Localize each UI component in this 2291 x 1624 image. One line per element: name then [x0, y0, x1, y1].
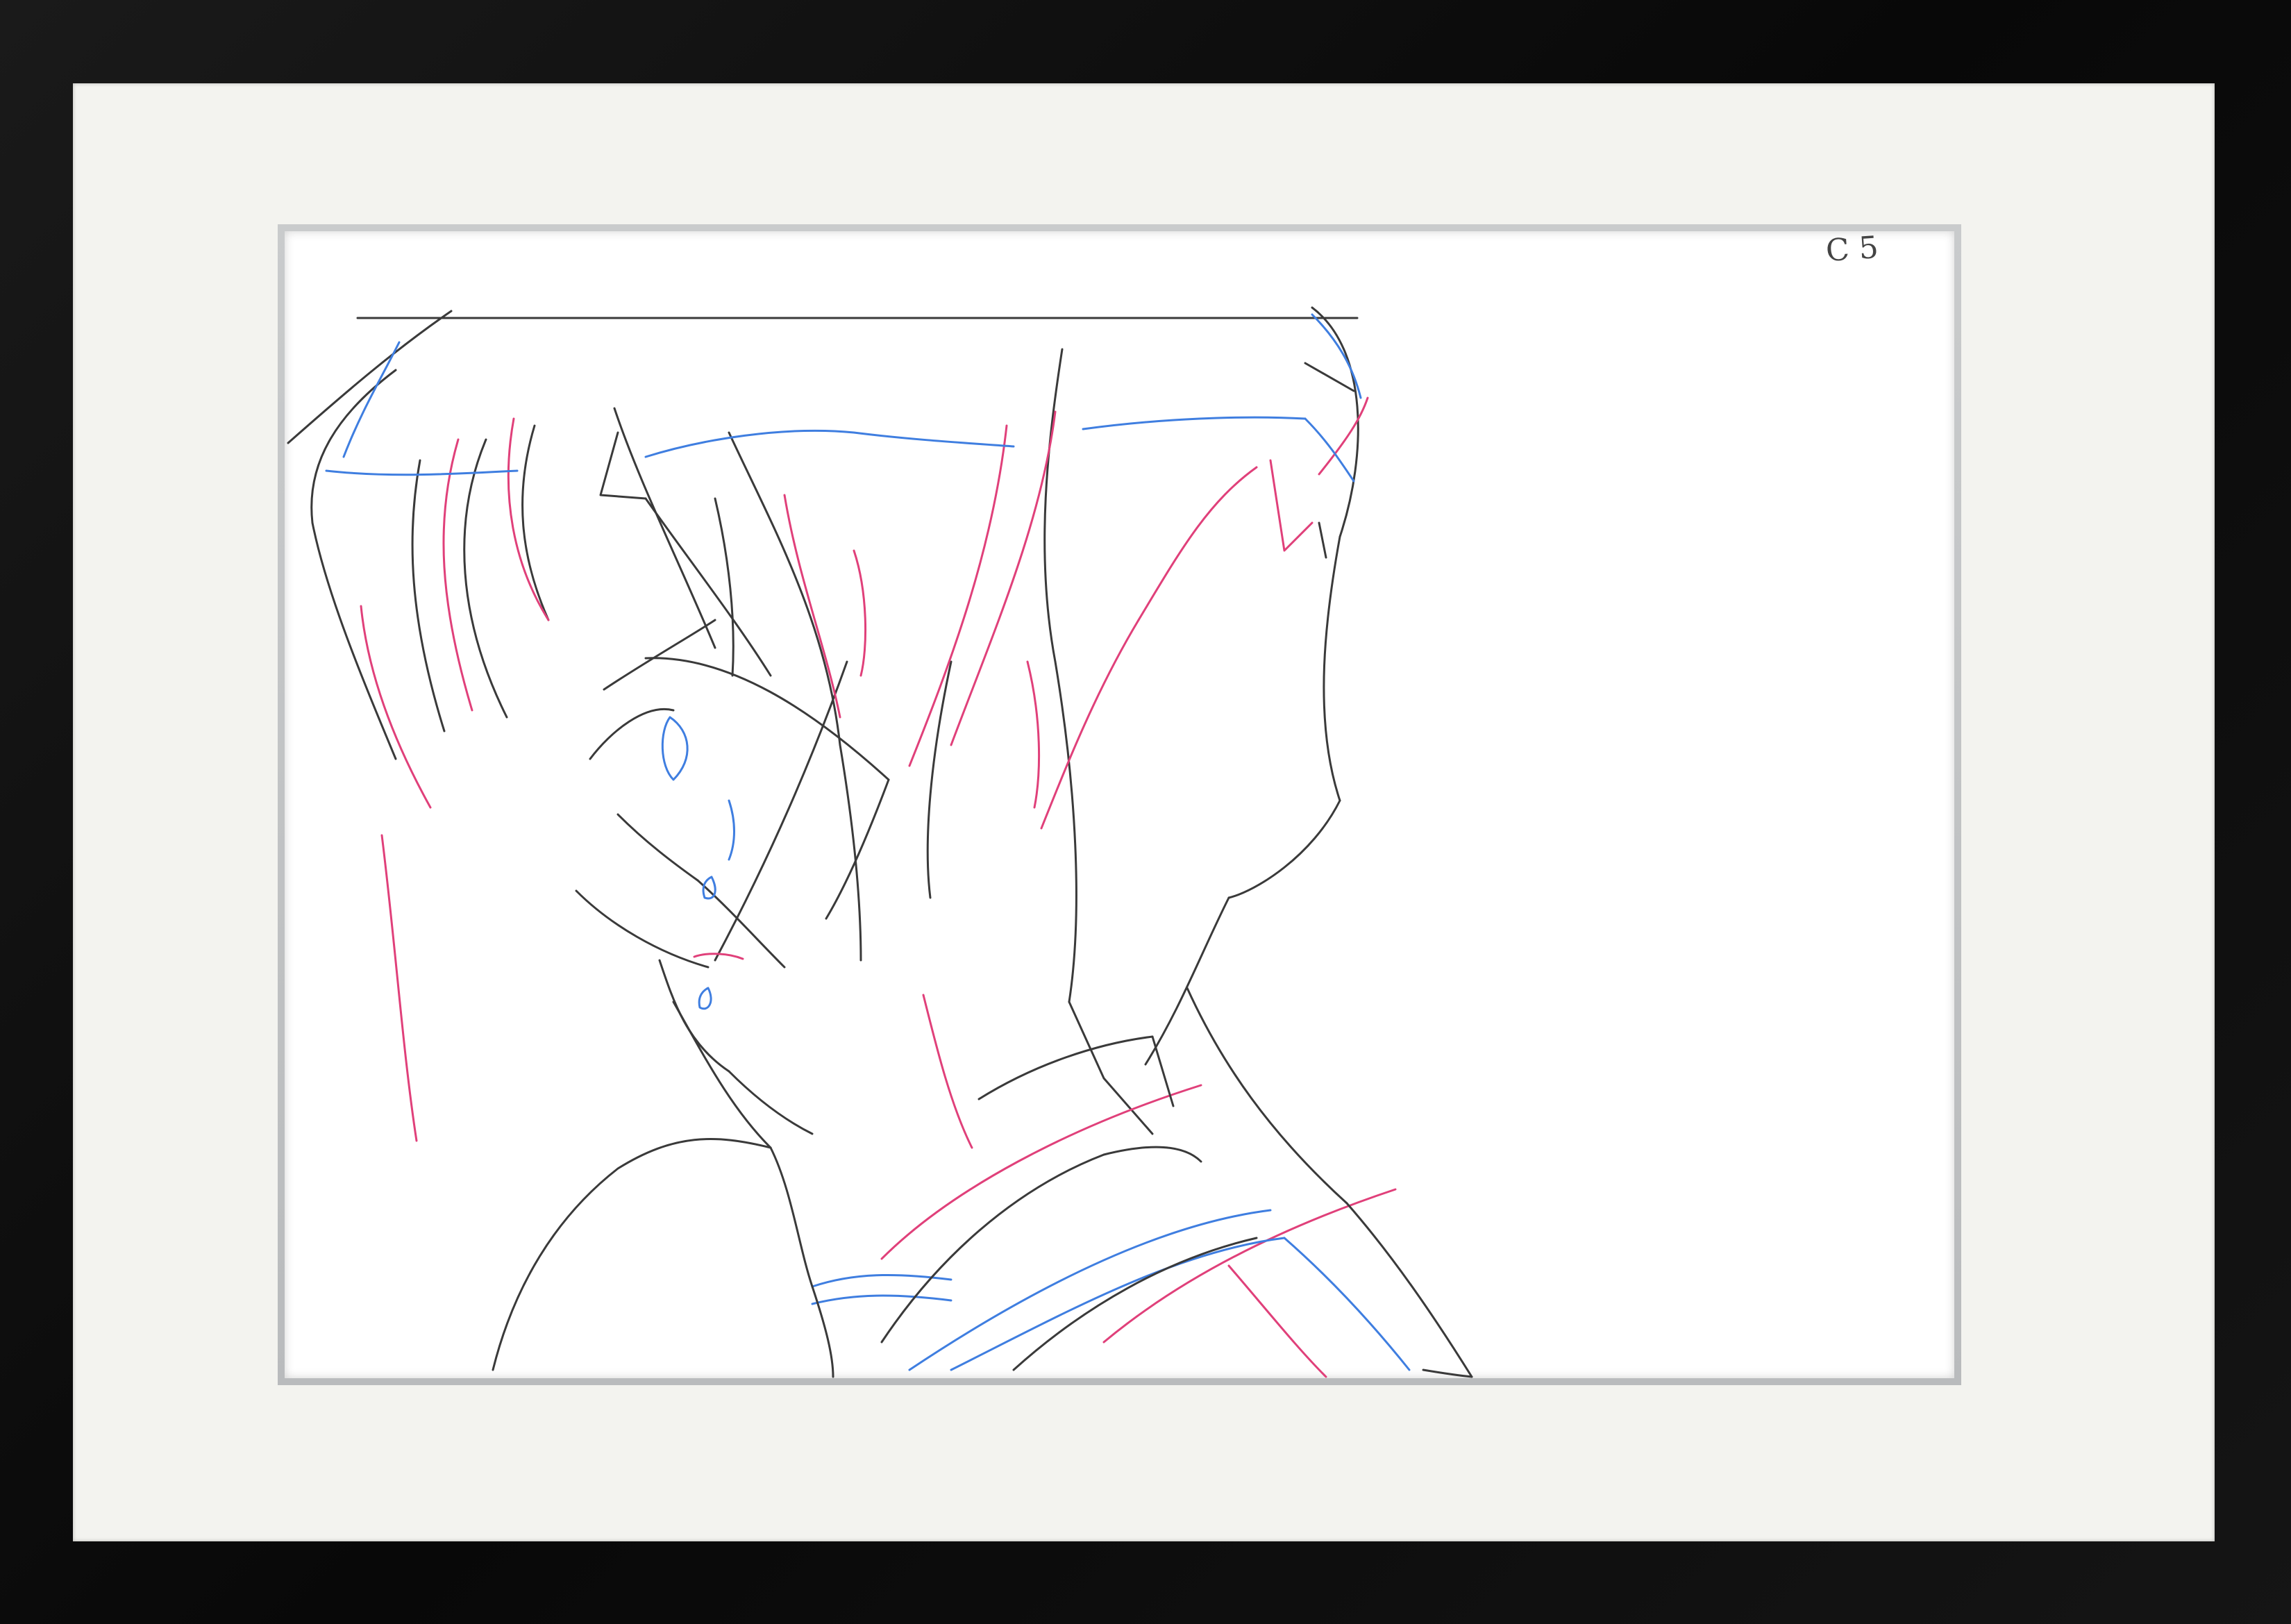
- highlight-lines-blue: [325, 313, 1411, 1371]
- animation-sheet: C5: [285, 231, 1954, 1378]
- character-sketch: [287, 306, 1473, 1378]
- picture-frame: C5: [0, 0, 2291, 1624]
- face-features: [575, 619, 814, 1135]
- shadow-lines-red: [360, 396, 1397, 1378]
